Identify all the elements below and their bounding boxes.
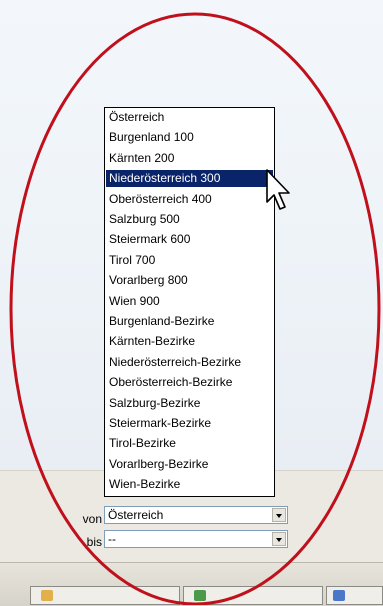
dropdown-item[interactable]: Vorarlberg 800 bbox=[106, 272, 273, 289]
mouse-pointer-icon bbox=[266, 169, 290, 210]
dropdown-item[interactable]: Niederösterreich-Bezirke bbox=[106, 354, 273, 371]
bis-label: bis bbox=[86, 535, 102, 549]
region-dropdown-list[interactable]: Österreich Burgenland 100 Kärnten 200 Niede… bbox=[104, 107, 275, 497]
dropdown-item[interactable]: Kärnten-Bezirke bbox=[106, 333, 273, 350]
dropdown-item[interactable]: Vorarlberg-Bezirke bbox=[106, 456, 273, 473]
dropdown-arrow-icon[interactable] bbox=[272, 508, 286, 522]
taskbar-item[interactable] bbox=[183, 586, 323, 605]
dropdown-item[interactable]: Steiermark 600 bbox=[106, 231, 273, 248]
dropdown-item[interactable]: Steiermark-Bezirke bbox=[106, 415, 273, 432]
von-select[interactable]: Österreich bbox=[104, 506, 288, 524]
dropdown-item[interactable]: Burgenland-Bezirke bbox=[106, 313, 273, 330]
dropdown-item[interactable]: Salzburg 500 bbox=[106, 211, 273, 228]
dropdown-item[interactable]: Niederösterreich 300 bbox=[106, 170, 273, 188]
dropdown-item[interactable]: Oberösterreich 400 bbox=[106, 191, 273, 208]
dropdown-item[interactable]: Oberösterreich-Bezirke bbox=[106, 374, 273, 391]
bis-select-value: -- bbox=[108, 532, 116, 546]
von-label: von bbox=[82, 512, 102, 526]
dropdown-item[interactable]: Österreich bbox=[106, 109, 273, 126]
dropdown-item[interactable]: Tirol-Bezirke bbox=[106, 435, 273, 452]
von-select-value: Österreich bbox=[108, 508, 164, 522]
app-icon bbox=[333, 590, 345, 601]
app-icon bbox=[41, 590, 53, 601]
taskbar-item[interactable] bbox=[326, 586, 383, 605]
dropdown-item[interactable]: Tirol 700 bbox=[106, 252, 273, 269]
dropdown-item[interactable]: Wien-Bezirke bbox=[106, 476, 273, 493]
taskbar-item[interactable] bbox=[30, 586, 180, 605]
dropdown-item[interactable]: Salzburg-Bezirke bbox=[106, 395, 273, 412]
dropdown-item[interactable]: Burgenland 100 bbox=[106, 129, 273, 146]
app-icon bbox=[194, 590, 206, 601]
dropdown-item[interactable]: Kärnten 200 bbox=[106, 150, 273, 167]
dropdown-arrow-icon[interactable] bbox=[272, 532, 286, 546]
dropdown-item[interactable]: Wien 900 bbox=[106, 293, 273, 310]
bis-select[interactable]: -- bbox=[104, 530, 288, 548]
